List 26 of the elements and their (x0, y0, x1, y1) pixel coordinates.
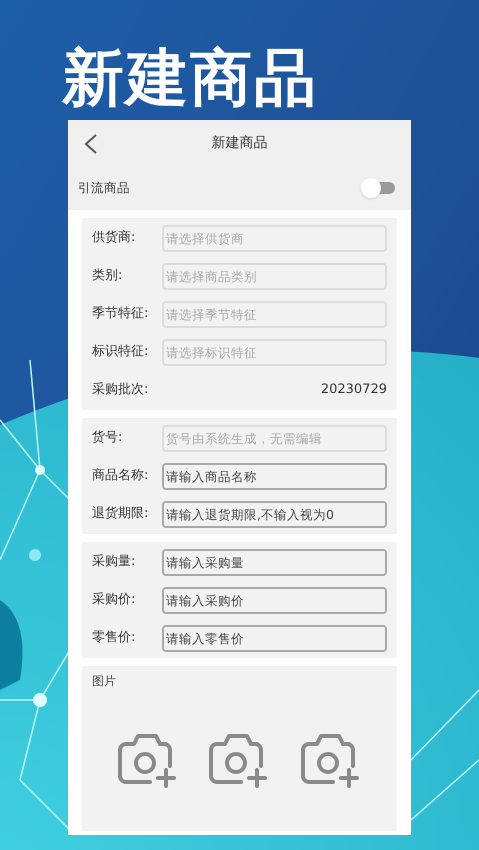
field-label: 采购批次: (92, 381, 150, 400)
input-field[interactable]: 请输入退货期限,不输入视为0 (162, 500, 387, 528)
field-label: 类别: (92, 267, 124, 286)
field-label: 退货期限: (92, 505, 150, 524)
field-label: 采购量: (92, 553, 136, 572)
toggle-label: 引流商品 (78, 178, 130, 197)
select-field[interactable]: 请选择商品类别 (162, 262, 387, 290)
section-label: 图片 (92, 673, 117, 690)
input-field[interactable]: 请输入采购量 (162, 548, 387, 576)
select-field[interactable]: 请选择季节特征 (162, 300, 387, 328)
select-field[interactable]: 请选择标识特征 (162, 338, 387, 366)
field-label: 标识特征: (92, 343, 150, 362)
field-label: 货号: (92, 429, 124, 448)
headline: 新建商品 (60, 40, 319, 116)
batch-number: 20230729 (320, 381, 387, 400)
back-icon[interactable] (84, 134, 98, 154)
field-label: 供货商: (92, 229, 136, 248)
field-label: 采购价: (92, 591, 136, 610)
field-label: 零售价: (92, 629, 136, 648)
input-field[interactable]: 请输入零售价 (162, 624, 387, 652)
field-label: 季节特征: (92, 305, 150, 324)
screen-title: 新建商品 (212, 134, 268, 152)
select-field[interactable]: 请选择供货商 (162, 224, 387, 252)
input-field[interactable]: 请输入采购价 (162, 586, 387, 614)
input-field[interactable]: 请输入商品名称 (162, 462, 387, 490)
field-label: 商品名称: (92, 467, 150, 486)
